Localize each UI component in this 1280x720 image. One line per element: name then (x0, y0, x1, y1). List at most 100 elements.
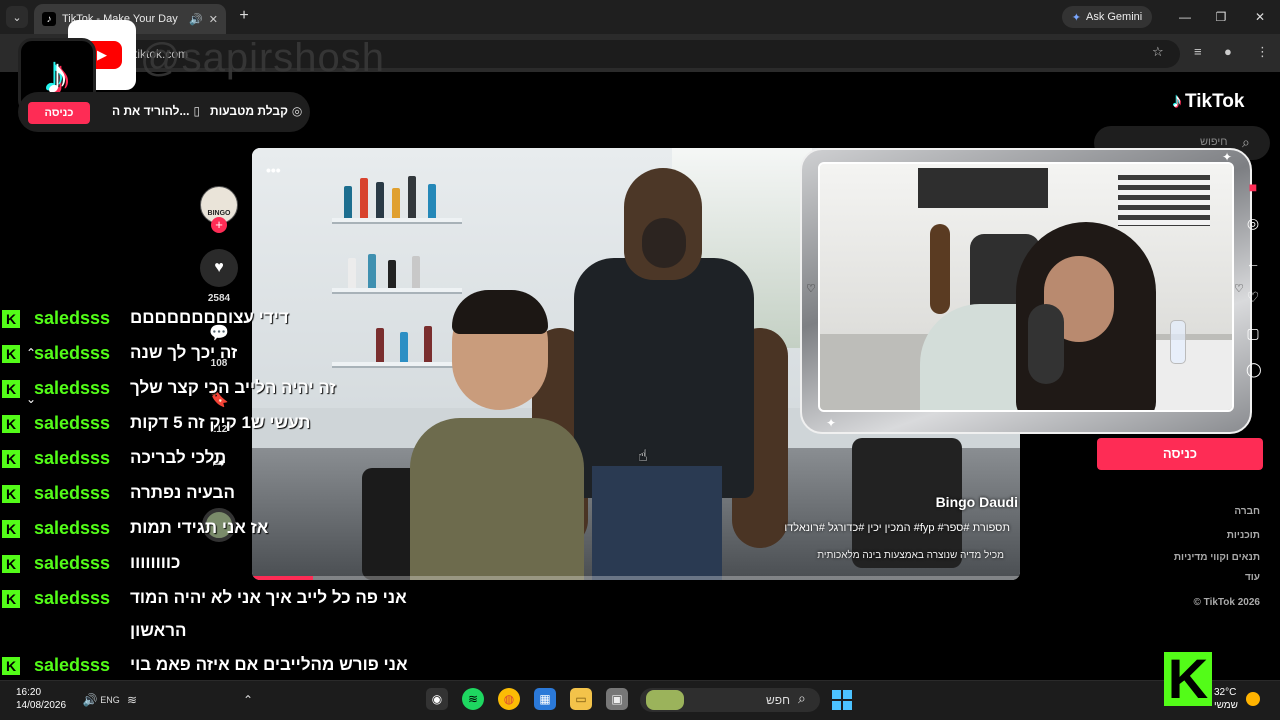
clock-date: 14/08/2026 (16, 700, 67, 711)
wifi-icon[interactable]: ≋ (122, 690, 142, 710)
chat-text: הראשון (130, 621, 187, 640)
start-tile (843, 701, 852, 710)
task-view-icon[interactable]: ▣ (606, 688, 628, 710)
chat-text: זה יהיה הלייב הכי קצר שלך (130, 378, 336, 397)
tab-search-menu[interactable]: ⌄ (6, 6, 28, 28)
sidebar-friends-icon[interactable]: ♡ (1246, 290, 1260, 304)
chat-username: saledsss (34, 553, 111, 573)
taskbar-search-label: חפש (766, 693, 790, 707)
taskbar-clock[interactable]: 16:20 14/08/2026 (16, 686, 66, 712)
start-tile (832, 690, 841, 699)
search-icon[interactable]: ⌕ (1242, 134, 1250, 151)
frame-sparkle-icon: ✦ (826, 416, 837, 430)
chat-username: saledsss (34, 518, 111, 538)
sidebar-home-icon[interactable]: ■ (1246, 180, 1260, 194)
webcam-microphone (1028, 304, 1064, 384)
video-shelf (332, 288, 462, 294)
chat-message: K saledsss אני פורש מהלייבים אם איזה פאמ… (0, 651, 460, 681)
spotify-app-icon[interactable]: ≋ (462, 688, 484, 710)
kick-badge-icon: K (2, 520, 20, 538)
sidebar-login-button[interactable]: כניסה (1097, 438, 1263, 470)
browser-tab-bar: ⌄ ♪ TikTok - Make Your Day 🔊 ✕ + ✦ Ask G… (0, 0, 1280, 34)
follow-plus-icon[interactable]: + (211, 217, 227, 233)
kick-badge-icon: K (2, 345, 20, 363)
start-tile (843, 690, 852, 699)
store-app-icon[interactable]: ▦ (534, 688, 556, 710)
chat-text: הבעיה נפתרה (130, 483, 235, 502)
header-login-button[interactable]: כניסה (28, 102, 90, 124)
kick-badge-icon: K (2, 590, 20, 608)
speaker-icon[interactable]: 🔊 (189, 13, 203, 26)
taskbar-search-icon[interactable]: ⌕ (798, 690, 806, 707)
bookmark-star-icon[interactable]: ☆ (1152, 44, 1164, 60)
kick-badge-icon: K (2, 657, 20, 675)
like-heart-icon[interactable]: ♥ (200, 249, 238, 287)
close-window-button[interactable]: ✕ (1249, 6, 1271, 28)
sidebar-explore-icon[interactable]: ◎ (1246, 216, 1260, 230)
sidebar-live-icon[interactable]: ▢ (1246, 326, 1260, 340)
kick-logo-icon: K (1164, 651, 1212, 707)
video-author[interactable]: Bingo Daudi (936, 494, 1018, 510)
tiktok-favicon-icon: ♪ (42, 12, 56, 26)
video-bottle (344, 186, 352, 218)
more-menu-icon[interactable]: ⋮ (1256, 44, 1269, 60)
sidebar-link-terms[interactable]: תנאים וקווי מדיניות (1174, 552, 1260, 563)
chat-message: K saledsss הבעיה נפתרה (0, 479, 460, 509)
webcam-tv (918, 168, 1048, 208)
chat-text: אז אני תגידי תמות (130, 518, 269, 537)
webcam-guitar (930, 224, 950, 314)
video-shelf (332, 218, 462, 224)
language-indicator[interactable]: ENG (100, 690, 120, 710)
minimize-button[interactable]: — (1174, 6, 1196, 28)
mouse-cursor-icon: ☝ (638, 448, 648, 465)
tiktok-brand-logo[interactable]: ♪ TikTok (1172, 90, 1244, 113)
restore-button[interactable]: ❐ (1210, 6, 1232, 28)
chat-username: saledsss (34, 308, 111, 328)
gemini-sparkle-icon: ✦ (1071, 11, 1081, 24)
webcam-bottle (1170, 320, 1186, 364)
video-bottle (348, 258, 356, 288)
video-more-icon[interactable]: ••• (266, 162, 281, 178)
close-tab-icon[interactable]: ✕ (209, 13, 218, 26)
video-bottle (428, 184, 436, 218)
chat-text: אני פה כל לייב איך אני לא יהיה המוד (130, 588, 407, 607)
sidebar-link-programs[interactable]: תוכניות (1227, 530, 1260, 541)
windows-start-icon[interactable] (832, 690, 852, 710)
video-bottle (376, 182, 384, 218)
kick-badge-icon: K (2, 555, 20, 573)
video-man-hair (452, 290, 548, 334)
start-tile (832, 701, 841, 710)
tray-chevron-up-icon[interactable]: ⌃ (238, 690, 258, 710)
sidebar-profile-icon[interactable]: ◯ (1246, 362, 1262, 376)
media-control-icon[interactable]: ≡ (1194, 44, 1202, 59)
chat-message: K saledsss זה יהיה הלייב הכי קצר שלך (0, 374, 460, 404)
sidebar-following-icon[interactable]: ← (1246, 256, 1260, 270)
weather-temperature: 32°C (1214, 687, 1237, 698)
sidebar-link-more[interactable]: עוד (1245, 572, 1260, 583)
chat-text: תלכי לבריכה (130, 448, 227, 467)
like-count: 2584 (207, 293, 231, 304)
obs-app-icon[interactable]: ◉ (426, 688, 448, 710)
sidebar-copyright: © TikTok 2026 (1193, 597, 1260, 608)
weather-condition: שמשי (1214, 700, 1238, 711)
webcam-flag (1118, 170, 1210, 226)
webcam-feed (818, 162, 1234, 412)
weather-widget[interactable]: 32°C שמשי (1214, 686, 1238, 712)
sidebar-link-company[interactable]: חברה (1234, 506, 1260, 517)
search-placeholder: חיפוש (1200, 136, 1228, 148)
file-explorer-icon[interactable]: ▭ (570, 688, 592, 710)
frame-heart-icon: ♡ (806, 283, 816, 295)
ask-gemini-button[interactable]: ✦ Ask Gemini (1062, 6, 1152, 28)
profile-avatar-icon[interactable]: ● (1224, 44, 1232, 59)
chat-message: K saledsss דידי עצוםםםםםםםם (0, 304, 460, 334)
download-app-link[interactable]: להוריד את ה... ▯ (112, 104, 200, 118)
chat-text: תעשי ש1 קיק זה 5 דקות (130, 413, 311, 432)
volume-icon[interactable]: 🔊 (80, 690, 100, 710)
chrome-app-icon[interactable]: ◍ (498, 688, 520, 710)
chat-message: K saledsss אני פה כל לייב איך אני לא יהי… (0, 584, 460, 614)
get-coins-link[interactable]: קבלת מטבעות ◎ (210, 104, 302, 118)
chat-username: saledsss (34, 588, 111, 608)
chat-text: דידי עצוםםםםםםםם (130, 308, 289, 327)
frame-heart-icon: ♡ (1234, 283, 1244, 295)
new-tab-button[interactable]: + (234, 6, 254, 26)
